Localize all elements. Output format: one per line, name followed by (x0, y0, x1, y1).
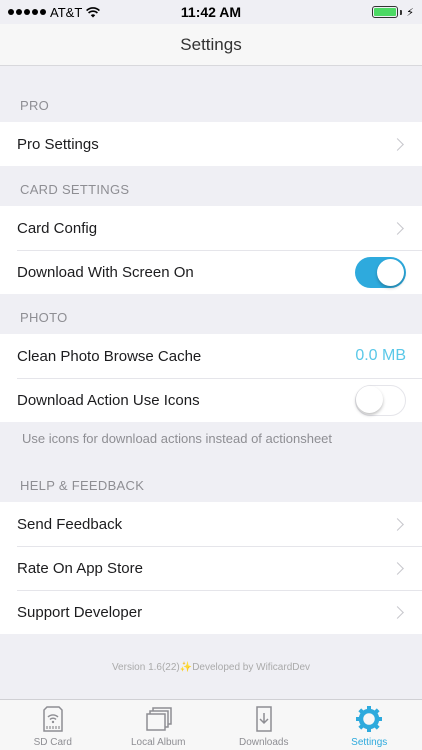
group-card-settings: Card Config Download With Screen On (0, 206, 422, 294)
row-label: Support Developer (17, 603, 143, 621)
toggle-knob (356, 386, 383, 413)
group-pro: Pro Settings (0, 122, 422, 166)
tab-label: Downloads (239, 737, 289, 748)
row-label: Send Feedback (17, 515, 123, 533)
tab-label: Settings (351, 737, 388, 748)
gear-icon (356, 706, 383, 732)
signal-strength-icon (8, 9, 46, 15)
send-feedback-row[interactable]: Send Feedback (0, 502, 422, 546)
tab-sd-card[interactable]: SD Card (0, 700, 105, 750)
section-footer-photo: Use icons for download actions instead o… (22, 431, 333, 446)
chevron-right-icon (391, 561, 404, 575)
clean-cache-row[interactable]: Clean Photo Browse Cache 0.0 MB (0, 334, 422, 378)
row-label: Card Config (17, 219, 98, 237)
chevron-right-icon (391, 137, 404, 151)
download-tray-icon (256, 706, 272, 732)
download-screen-on-row: Download With Screen On (0, 250, 422, 294)
album-stack-icon (146, 707, 172, 731)
navigation-bar: Settings (0, 24, 422, 66)
toggle-knob (377, 258, 404, 286)
row-label: Rate On App Store (17, 559, 143, 577)
card-config-row[interactable]: Card Config (0, 206, 422, 250)
charging-bolt-icon: ⚡ (406, 6, 414, 19)
version-text: Version 1.6(22)✨Developed by WificardDev (111, 662, 311, 673)
status-bar: AT&T 11:42 AM ⚡ (0, 0, 422, 24)
section-header-card-settings: CARD SETTINGS (20, 182, 130, 197)
wifi-icon (86, 6, 101, 17)
group-photo: Clean Photo Browse Cache 0.0 MB Download… (0, 334, 422, 422)
row-label: Pro Settings (17, 135, 99, 153)
download-screen-on-toggle[interactable] (355, 256, 406, 288)
battery-icon (372, 6, 399, 18)
rate-app-store-row[interactable]: Rate On App Store (0, 546, 422, 590)
tab-bar: SD Card Local Album Downloads Settings (0, 699, 422, 750)
status-right: ⚡ (294, 6, 414, 19)
download-action-icons-row: Download Action Use Icons (0, 378, 422, 422)
row-label: Download With Screen On (17, 263, 194, 281)
chevron-right-icon (391, 517, 404, 531)
battery-tip (400, 9, 403, 15)
row-label: Download Action Use Icons (17, 391, 200, 409)
tab-local-album[interactable]: Local Album (106, 700, 211, 750)
section-header-help-feedback: HELP & FEEDBACK (20, 478, 145, 493)
section-header-photo: PHOTO (20, 310, 68, 325)
cache-size-value: 0.0 MB (355, 347, 406, 364)
page-title: Settings (180, 34, 242, 54)
status-time: 11:42 AM (180, 4, 242, 20)
carrier-name: AT&T (50, 4, 83, 20)
tab-label: Local Album (131, 737, 186, 748)
support-developer-row[interactable]: Support Developer (0, 590, 422, 634)
sd-card-icon (43, 706, 63, 732)
section-header-pro: PRO (20, 98, 50, 113)
download-action-icons-toggle[interactable] (355, 384, 406, 416)
chevron-right-icon (391, 605, 404, 619)
status-left: AT&T (8, 5, 128, 20)
tab-settings[interactable]: Settings (317, 700, 422, 750)
pro-settings-row[interactable]: Pro Settings (0, 122, 422, 166)
row-label: Clean Photo Browse Cache (17, 347, 202, 365)
settings-list: PRO Pro Settings CARD SETTINGS Card Conf… (0, 66, 422, 634)
tab-label: SD Card (33, 737, 72, 748)
chevron-right-icon (391, 221, 404, 235)
group-help-feedback: Send Feedback Rate On App Store Support … (0, 502, 422, 634)
tab-downloads[interactable]: Downloads (211, 700, 316, 750)
